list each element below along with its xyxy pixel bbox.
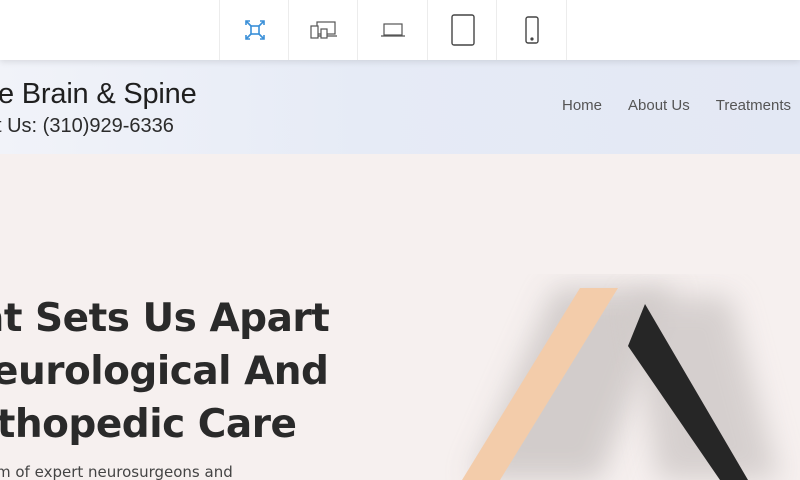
laptop-icon (380, 23, 405, 37)
hero-heading-line: at Sets Us Apart (0, 296, 330, 341)
hero-heading-line: rthopedic Care (0, 402, 297, 447)
site-header: e Brain & Spine t Us: (310)929-6336 Home… (0, 60, 800, 154)
device-preview-toolbar (0, 0, 800, 60)
nav-item-treatments[interactable]: Treatments (716, 97, 791, 114)
tablet-preview-button[interactable] (427, 0, 497, 60)
hero-description: m of expert neurosurgeons and (0, 463, 233, 480)
mobile-preview-button[interactable] (496, 0, 567, 60)
hero-heading-line: Jeurological And (0, 349, 329, 394)
multi-device-icon (309, 21, 337, 39)
mobile-icon (524, 16, 539, 44)
nav-item-about-us[interactable]: About Us (628, 97, 690, 114)
hero-heading: at Sets Us Apart Jeurological And rthope… (0, 292, 330, 451)
all-devices-preview-button[interactable] (288, 0, 358, 60)
main-navigation: Home About Us Treatments (562, 97, 800, 114)
tablet-icon (450, 14, 475, 46)
fullscreen-preview-button[interactable] (219, 0, 289, 60)
nav-item-home[interactable]: Home (562, 97, 602, 114)
site-brand-name[interactable]: e Brain & Spine (0, 78, 197, 111)
expand-arrows-icon (244, 20, 265, 40)
hero-section: at Sets Us Apart Jeurological And rthope… (0, 154, 800, 480)
laptop-preview-button[interactable] (357, 0, 427, 60)
contact-phone: t Us: (310)929-6336 (0, 115, 174, 137)
hero-decorative-graphic (462, 288, 780, 480)
